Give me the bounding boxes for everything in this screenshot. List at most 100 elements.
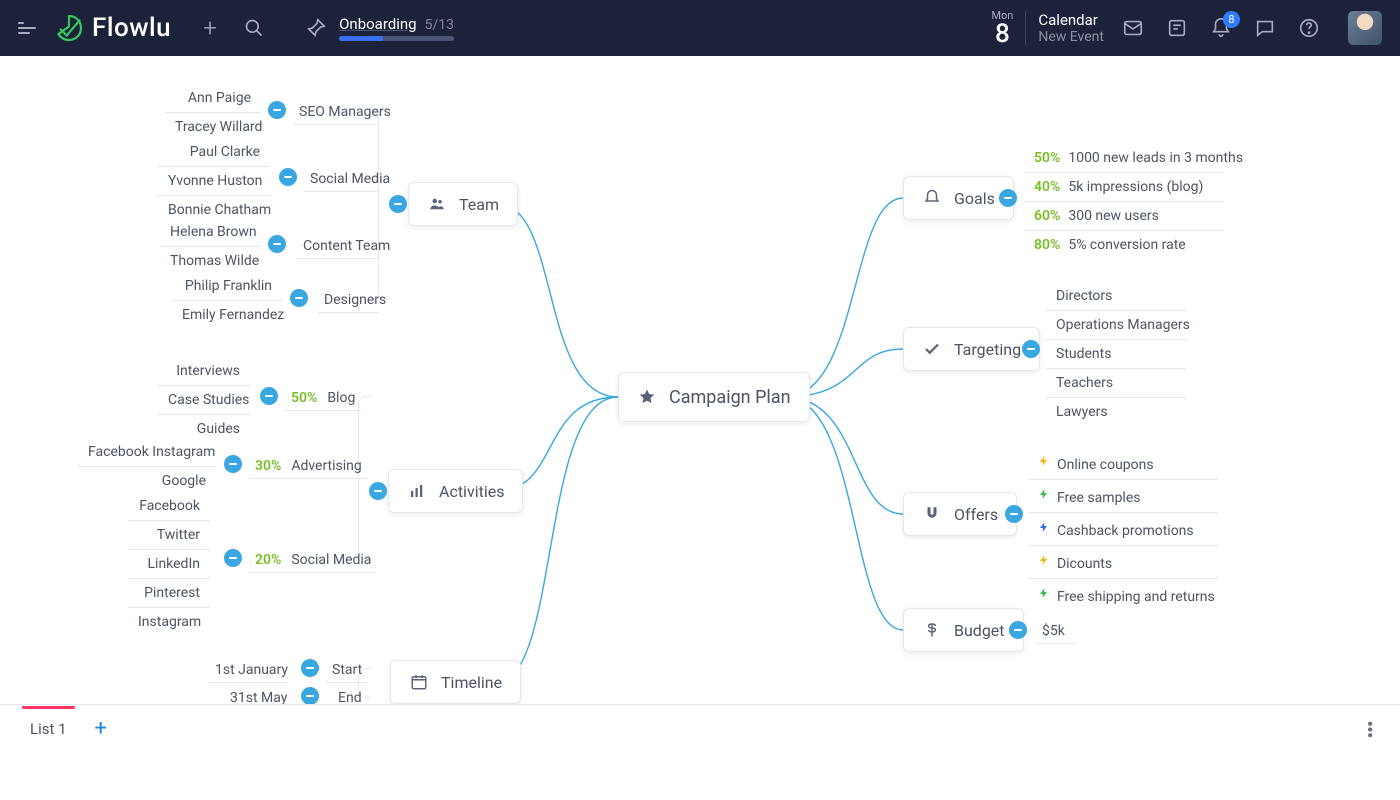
leaf-item[interactable]: Students xyxy=(1046,340,1186,369)
leaf-item[interactable]: Yvonne Huston xyxy=(158,167,270,196)
leaf-item[interactable]: Facebook Instagram xyxy=(78,438,216,467)
onboarding-widget[interactable]: Onboarding5/13 xyxy=(339,15,454,41)
leaf-item[interactable]: Teachers xyxy=(1046,369,1186,398)
leaf-item[interactable]: LinkedIn xyxy=(128,550,210,579)
node-label: Goals xyxy=(954,189,995,208)
app-logo[interactable]: Flowlu xyxy=(54,13,171,43)
node-timeline[interactable]: Timeline xyxy=(390,660,521,704)
collapse-toggle[interactable] xyxy=(290,289,308,307)
pin-icon[interactable] xyxy=(305,17,327,39)
leaf-group: Ann Paige Tracey Willard xyxy=(165,84,261,141)
node-goals[interactable]: Goals xyxy=(903,176,1014,220)
leaf-item[interactable]: Dicounts xyxy=(1028,546,1218,579)
calendar-title: Calendar xyxy=(1038,11,1104,29)
collapse-toggle[interactable] xyxy=(999,189,1017,207)
collapse-toggle[interactable] xyxy=(1009,621,1027,639)
more-icon[interactable]: ••• xyxy=(1357,720,1381,737)
leaf-item[interactable]: 40%5k impressions (blog) xyxy=(1024,173,1224,202)
note-icon[interactable] xyxy=(1166,17,1188,39)
leaf-group: 50%1000 new leads in 3 months 40%5k impr… xyxy=(1024,144,1224,259)
help-icon[interactable] xyxy=(1298,17,1320,39)
collapse-toggle[interactable] xyxy=(389,195,407,213)
leaf-item[interactable]: Tracey Willard xyxy=(165,113,261,141)
subnode-seo-managers[interactable]: SEO Managers xyxy=(293,100,379,125)
collapse-toggle[interactable] xyxy=(260,387,278,405)
leaf-item[interactable]: Google xyxy=(78,467,216,495)
user-avatar[interactable] xyxy=(1348,11,1382,45)
subnode-content-team[interactable]: Content Team xyxy=(297,234,379,259)
collapse-toggle[interactable] xyxy=(224,455,242,473)
collapse-toggle[interactable] xyxy=(1005,505,1023,523)
collapse-toggle[interactable] xyxy=(268,235,286,253)
subnode-advertising[interactable]: 30%Advertising xyxy=(249,454,368,479)
mindmap-canvas[interactable]: Campaign Plan Team SEO Managers Ann Paig… xyxy=(0,56,1400,752)
node-label: Team xyxy=(459,195,499,214)
add-tab-button[interactable]: + xyxy=(95,716,107,741)
menu-icon[interactable] xyxy=(18,22,36,34)
leaf-item[interactable]: Lawyers xyxy=(1046,398,1186,426)
collapse-toggle[interactable] xyxy=(279,168,297,186)
calendar-icon xyxy=(409,672,429,692)
calendar-sub: New Event xyxy=(1038,29,1104,45)
subnode-start[interactable]: Start xyxy=(326,658,368,683)
node-offers[interactable]: Offers xyxy=(903,492,1017,536)
collapse-toggle[interactable] xyxy=(301,687,319,705)
onboarding-progress xyxy=(339,36,454,41)
leaf-item[interactable]: Instagram xyxy=(128,608,210,636)
leaf-item[interactable]: Free shipping and returns xyxy=(1028,579,1218,611)
leaf-item[interactable]: Facebook xyxy=(128,492,210,521)
leaf-item[interactable]: Paul Clarke xyxy=(158,138,270,167)
leaf-group: Online coupons Free samples Cashback pro… xyxy=(1028,447,1218,611)
leaf-item[interactable]: Free samples xyxy=(1028,480,1218,513)
search-icon[interactable] xyxy=(243,17,265,39)
node-targeting[interactable]: Targeting xyxy=(903,327,1040,371)
bottom-bar: List 1 + ••• xyxy=(0,704,1400,752)
collapse-toggle[interactable] xyxy=(369,482,387,500)
leaf-item[interactable]: Emily Fernandez xyxy=(172,301,282,329)
notifications-icon[interactable]: 8 xyxy=(1210,17,1232,39)
node-campaign-plan[interactable]: Campaign Plan xyxy=(618,372,810,422)
leaf-group: Facebook Instagram Google xyxy=(78,438,216,495)
leaf-group: Interviews Case Studies Guides xyxy=(158,357,250,443)
leaf-item[interactable]: Case Studies xyxy=(158,386,250,415)
leaf-item[interactable]: Cashback promotions xyxy=(1028,513,1218,546)
collapse-toggle[interactable] xyxy=(224,549,242,567)
node-label: Offers xyxy=(954,505,998,524)
date-widget[interactable]: Mon 8 Calendar New Event xyxy=(991,10,1104,47)
leaf-item[interactable]: Directors xyxy=(1046,282,1186,311)
tab-list1[interactable]: List 1 xyxy=(22,720,75,738)
leaf-item[interactable]: Thomas Wilde xyxy=(160,247,260,275)
leaf-item[interactable]: Operations Managers xyxy=(1046,311,1186,340)
subnode-social-media[interactable]: Social Media xyxy=(304,167,379,192)
onboarding-label: Onboarding xyxy=(339,15,417,33)
leaf-item[interactable]: Ann Paige xyxy=(165,84,261,113)
node-budget[interactable]: Budget xyxy=(903,608,1024,652)
leaf-item[interactable]: $5k xyxy=(1036,619,1076,644)
node-label: Campaign Plan xyxy=(669,387,791,408)
node-label: Timeline xyxy=(441,673,502,692)
chat-icon[interactable] xyxy=(1254,17,1276,39)
mail-icon[interactable] xyxy=(1122,17,1144,39)
leaf-item[interactable]: 1st January xyxy=(209,658,287,683)
subnode-blog[interactable]: 50%Blog xyxy=(285,386,361,411)
leaf-item[interactable]: Interviews xyxy=(158,357,250,386)
leaf-item[interactable]: 60%300 new users xyxy=(1024,202,1224,231)
leaf-item[interactable]: Pinterest xyxy=(128,579,210,608)
star-icon xyxy=(637,387,657,407)
leaf-item[interactable]: 80%5% conversion rate xyxy=(1024,231,1224,259)
leaf-item[interactable]: Twitter xyxy=(128,521,210,550)
leaf-item[interactable]: Philip Franklin xyxy=(172,272,282,301)
leaf-item[interactable]: Helena Brown xyxy=(160,218,260,247)
node-activities[interactable]: Activities xyxy=(388,469,523,513)
leaf-item[interactable]: 50%1000 new leads in 3 months xyxy=(1024,144,1224,173)
node-team[interactable]: Team xyxy=(408,182,518,226)
leaf-group: Paul Clarke Yvonne Huston Bonnie Chatham xyxy=(158,138,270,224)
subnode-social-media-act[interactable]: 20%Social Media xyxy=(249,548,377,573)
collapse-toggle[interactable] xyxy=(301,659,319,677)
collapse-toggle[interactable] xyxy=(1022,340,1040,358)
add-icon[interactable]: + xyxy=(199,17,221,39)
dollar-icon xyxy=(922,620,942,640)
subnode-designers[interactable]: Designers xyxy=(318,288,379,313)
leaf-item[interactable]: Online coupons xyxy=(1028,447,1218,480)
collapse-toggle[interactable] xyxy=(268,101,286,119)
